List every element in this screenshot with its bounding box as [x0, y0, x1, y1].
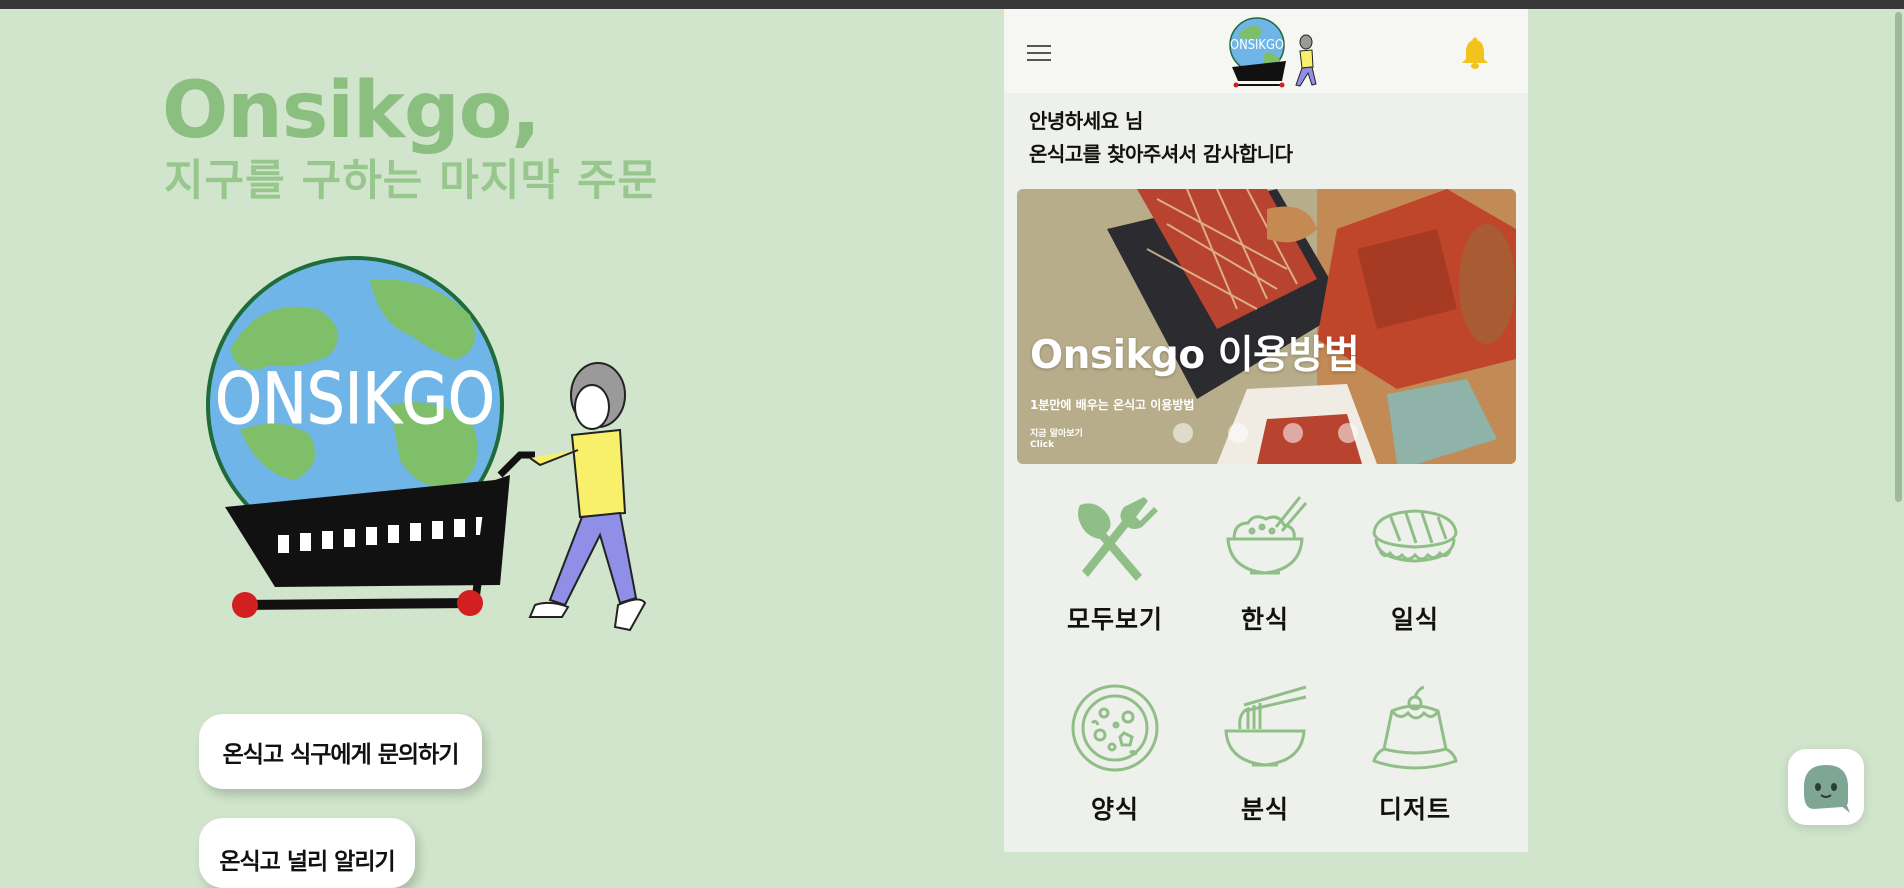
category-label: 양식 [1090, 795, 1139, 824]
banner-dot[interactable] [1283, 423, 1303, 443]
banner-learn-more-link[interactable]: 지금 알아보기 Click [1030, 429, 1083, 451]
category-snack[interactable]: 분식 [1190, 683, 1340, 843]
brand-subtitle: 지구를 구하는 마지막 주문 [164, 156, 659, 206]
category-japanese[interactable]: 일식 [1340, 493, 1490, 653]
contact-team-button-label: 온식고 식구에게 문의하기 [222, 741, 460, 768]
page-scrollbar[interactable] [1895, 12, 1902, 502]
category-label: 모두보기 [1066, 605, 1163, 634]
category-label: 분식 [1240, 795, 1289, 824]
banner-title: Onsikgo 이용방법 [1030, 333, 1360, 378]
banner-link-line-2: Click [1030, 440, 1055, 450]
app-logo-text: ONSIKGO [1230, 38, 1284, 53]
share-onsikgo-button[interactable]: 온식고 널리 알리기 [199, 818, 415, 888]
category-korean[interactable]: 한식 [1190, 493, 1340, 653]
utensils-icon [1078, 497, 1158, 581]
contact-team-button[interactable]: 온식고 식구에게 문의하기 [199, 714, 482, 789]
app-logo[interactable]: ONSIKGO [1224, 15, 1328, 91]
sushi-icon [1372, 509, 1458, 563]
brand-title: Onsikgo, [162, 66, 541, 156]
category-all[interactable]: 모두보기 [1040, 493, 1190, 653]
how-to-use-banner[interactable]: Onsikgo 이용방법 1분만에 배우는 온식고 이용방법 지금 알아보기 C… [1017, 189, 1516, 464]
category-label: 디저트 [1378, 795, 1451, 824]
category-western[interactable]: 양식 [1040, 683, 1190, 843]
banner-pagination [1173, 423, 1358, 443]
banner-link-line-1: 지금 알아보기 [1030, 429, 1083, 439]
browser-top-bar [0, 0, 1904, 9]
category-dessert[interactable]: 디저트 [1340, 683, 1490, 843]
category-label: 한식 [1240, 605, 1289, 634]
illustration-logo-text: ONSIKGO [215, 358, 495, 440]
chatbot-button[interactable] [1788, 749, 1864, 825]
mobile-app-frame: ONSIKGO 안녕하세요 님 온식고를 찾아주셔서 감사합니다 Onsikgo… [1004, 9, 1528, 852]
menu-icon[interactable] [1027, 45, 1051, 63]
earth-cart-illustration: ONSIKGO [206, 256, 647, 632]
app-header: ONSIKGO [1004, 9, 1528, 93]
banner-dot[interactable] [1228, 423, 1248, 443]
greeting-text: 안녕하세요 님 온식고를 찾아주셔서 감사합니다 [1029, 105, 1293, 171]
banner-dot[interactable] [1338, 423, 1358, 443]
banner-subtitle: 1분만에 배우는 온식고 이용방법 [1030, 398, 1195, 412]
noodle-bowl-icon [1224, 685, 1307, 767]
bell-icon[interactable] [1460, 36, 1490, 70]
greeting-line-2: 온식고를 찾아주셔서 감사합니다 [1029, 142, 1293, 166]
category-label: 일식 [1390, 605, 1439, 634]
pudding-icon [1372, 685, 1458, 770]
chatbot-face-icon [1804, 765, 1850, 813]
share-onsikgo-button-label: 온식고 널리 알리기 [219, 849, 395, 875]
banner-dot[interactable] [1173, 423, 1193, 443]
rice-bowl-icon [1226, 496, 1308, 575]
greeting-line-1: 안녕하세요 님 [1029, 109, 1143, 133]
pizza-icon [1071, 684, 1159, 772]
